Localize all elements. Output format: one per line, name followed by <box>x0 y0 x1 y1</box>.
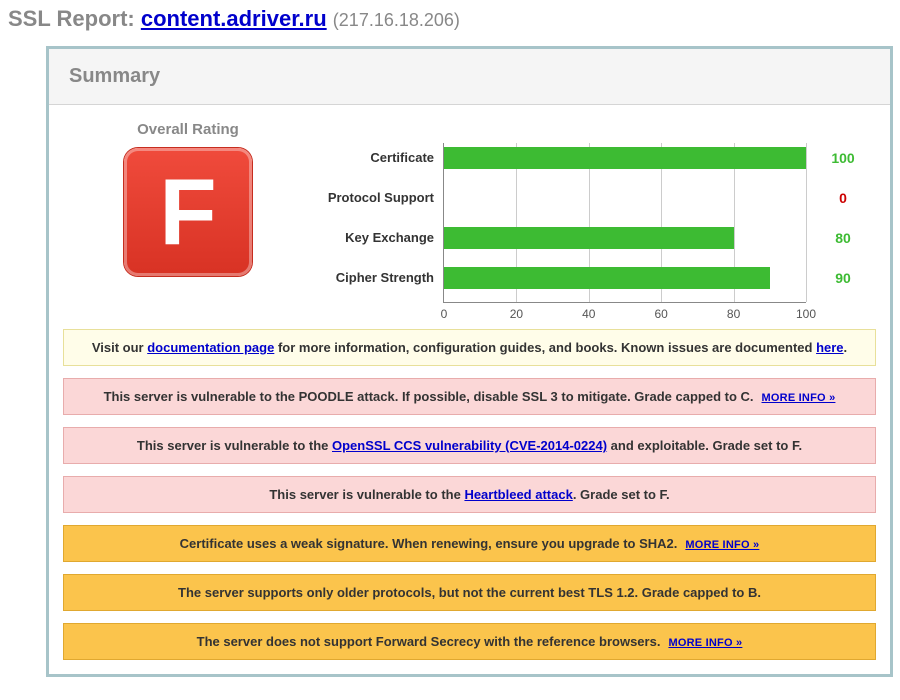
chart-bar-row: Protocol Support0 <box>444 187 806 209</box>
chart-bar-label: Key Exchange <box>306 230 434 245</box>
title-ip: (217.16.18.206) <box>333 10 460 30</box>
chart-bar-fill <box>444 147 806 169</box>
notice-link[interactable]: documentation page <box>147 340 274 355</box>
chart-bar-value: 90 <box>818 270 868 286</box>
chart-tick-label: 60 <box>655 307 668 321</box>
page-title: SSL Report: content.adriver.ru (217.16.1… <box>8 6 892 32</box>
section-header-summary: Summary <box>49 49 890 105</box>
notice-link[interactable]: OpenSSL CCS vulnerability (CVE-2014-0224… <box>332 438 607 453</box>
chart-tick-label: 40 <box>582 307 595 321</box>
chart-bar-fill <box>444 227 734 249</box>
chart-bar-label: Certificate <box>306 150 434 165</box>
notice-text: The server does not support Forward Secr… <box>197 634 661 649</box>
chart-tick-label: 20 <box>510 307 523 321</box>
notice-banner: Visit our documentation page for more in… <box>63 329 876 366</box>
notice-banner: This server is vulnerable to the Heartbl… <box>63 476 876 513</box>
chart-bar-label: Protocol Support <box>306 190 434 205</box>
chart-bar-fill <box>444 267 770 289</box>
chart-gridline <box>806 143 807 302</box>
chart-tick-label: 100 <box>796 307 816 321</box>
chart-bar-label: Cipher Strength <box>306 270 434 285</box>
chart-bar-row: Key Exchange80 <box>444 227 806 249</box>
chart-tick-label: 0 <box>441 307 448 321</box>
notice-text: This server is vulnerable to the <box>137 438 332 453</box>
title-prefix: SSL Report: <box>8 6 141 31</box>
chart-bar-row: Certificate100 <box>444 147 806 169</box>
notice-link[interactable]: here <box>816 340 843 355</box>
notice-banner: This server is vulnerable to the OpenSSL… <box>63 427 876 464</box>
notice-text: Visit our <box>92 340 147 355</box>
chart-bar-value: 100 <box>818 150 868 166</box>
more-info-link[interactable]: MORE INFO » <box>762 392 836 404</box>
overall-rating-label: Overall Rating <box>63 121 313 138</box>
score-bar-chart: 020406080100Certificate100Protocol Suppo… <box>443 143 806 303</box>
notice-text: Certificate uses a weak signature. When … <box>180 536 678 551</box>
notice-link[interactable]: Heartbleed attack <box>464 487 572 502</box>
chart-bar-row: Cipher Strength90 <box>444 267 806 289</box>
notice-banner: Certificate uses a weak signature. When … <box>63 525 876 562</box>
notice-banner: The server supports only older protocols… <box>63 574 876 611</box>
notice-text: and exploitable. Grade set to F. <box>607 438 802 453</box>
chart-bar-value: 0 <box>818 190 868 206</box>
notice-text: . <box>844 340 848 355</box>
more-info-link[interactable]: MORE INFO » <box>685 539 759 551</box>
grade-badge: F <box>124 148 252 276</box>
notice-banner: The server does not support Forward Secr… <box>63 623 876 660</box>
chart-bar-value: 80 <box>818 230 868 246</box>
notice-text: The server supports only older protocols… <box>178 585 761 600</box>
notice-text: This server is vulnerable to the <box>269 487 464 502</box>
notice-text: This server is vulnerable to the POODLE … <box>104 389 754 404</box>
chart-tick-label: 80 <box>727 307 740 321</box>
notice-text: . Grade set to F. <box>573 487 670 502</box>
report-card: Summary Overall Rating F 020406080100Cer… <box>46 46 893 677</box>
notice-banner: This server is vulnerable to the POODLE … <box>63 378 876 415</box>
notice-text: for more information, configuration guid… <box>274 340 816 355</box>
more-info-link[interactable]: MORE INFO » <box>668 637 742 649</box>
title-domain-link[interactable]: content.adriver.ru <box>141 6 327 31</box>
